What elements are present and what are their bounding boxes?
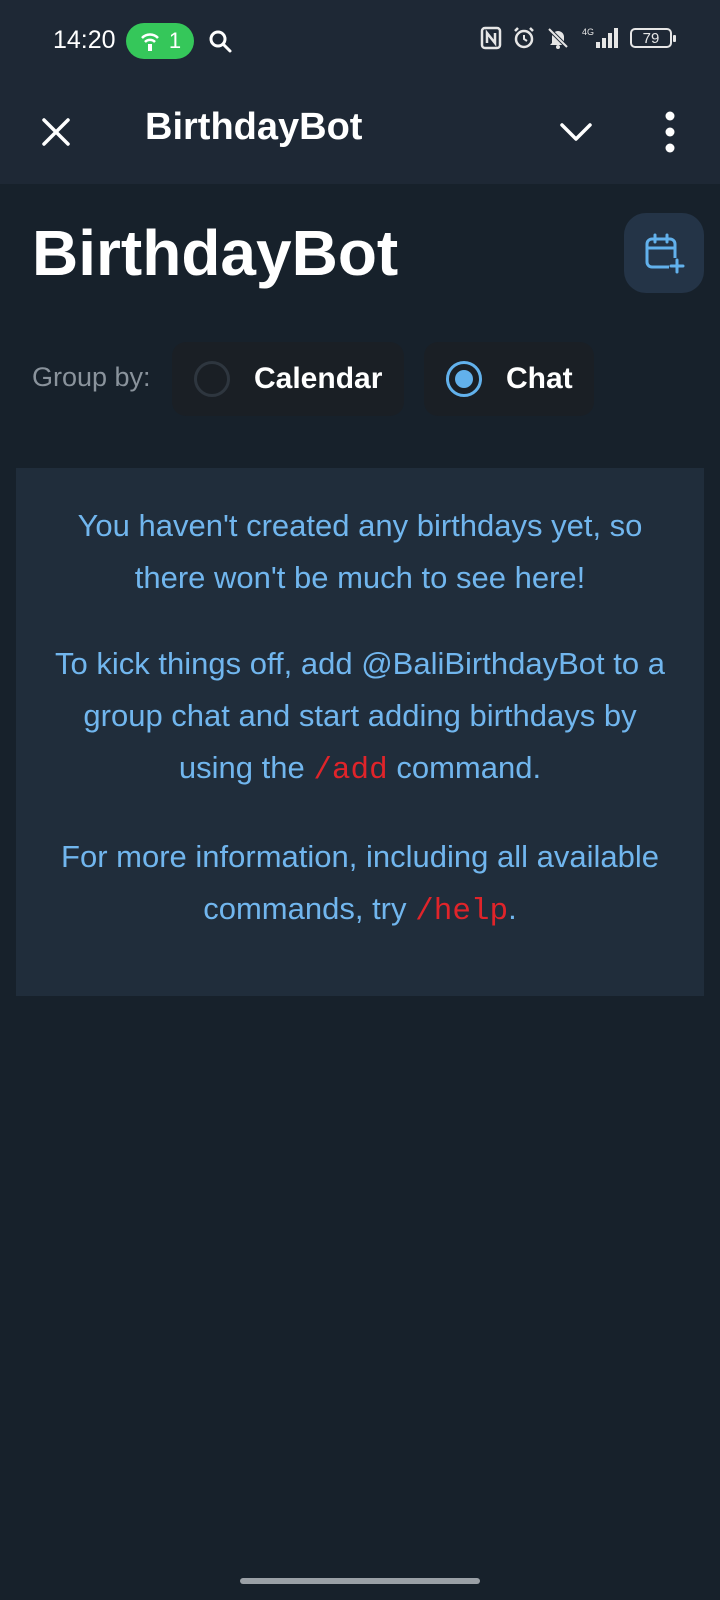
empty-state-text-1: You haven't created any birthdays yet, s… [77,508,643,595]
more-vertical-icon[interactable] [655,107,685,157]
battery-level: 79 [642,29,660,47]
alarm-icon [514,27,534,49]
home-indicator[interactable] [240,1578,480,1584]
chevron-down-icon[interactable] [556,112,596,152]
text-segment: For more information, including all avai… [61,839,659,926]
group-by-calendar-option[interactable]: Calendar [172,342,404,416]
radio-selected-icon[interactable] [446,361,482,397]
close-icon[interactable] [36,112,76,152]
app-bar: BirthdayBot [0,82,720,184]
empty-state-text-2: To kick things off, add @BaliBirthdayBot… [46,638,674,797]
svg-text:4G: 4G [582,27,594,37]
status-icons: 4G 79 [480,26,676,50]
status-bar: 14:20 1 4G 79 [0,0,720,82]
empty-state-text-3: For more information, including all avai… [46,831,674,938]
hotspot-icon [140,33,159,51]
bell-off-icon [547,27,569,49]
battery-icon: 79 [630,28,676,48]
help-command: /help [415,894,509,929]
nfc-icon [480,26,502,50]
calendar-plus-icon [645,233,685,274]
hotspot-count: 1 [168,28,182,53]
option-label-chat: Chat [506,362,573,395]
option-label-calendar: Calendar [254,362,383,395]
add-command: /add [313,753,388,788]
page-title: BirthdayBot [32,217,399,289]
add-calendar-button[interactable] [624,213,704,293]
text-segment: . [508,891,517,926]
radio-unselected-icon[interactable] [194,361,230,397]
search-icon [209,30,232,53]
text-segment: command. [387,750,542,785]
app-bar-title: BirthdayBot [145,106,363,148]
group-by-chat-option[interactable]: Chat [424,342,594,416]
empty-state-card: You haven't created any birthdays yet, s… [16,468,704,996]
hotspot-badge[interactable]: 1 [126,23,194,59]
status-time: 14:20 [53,26,116,54]
signal-4g-icon: 4G [582,27,618,48]
group-by-label: Group by: [32,362,151,392]
